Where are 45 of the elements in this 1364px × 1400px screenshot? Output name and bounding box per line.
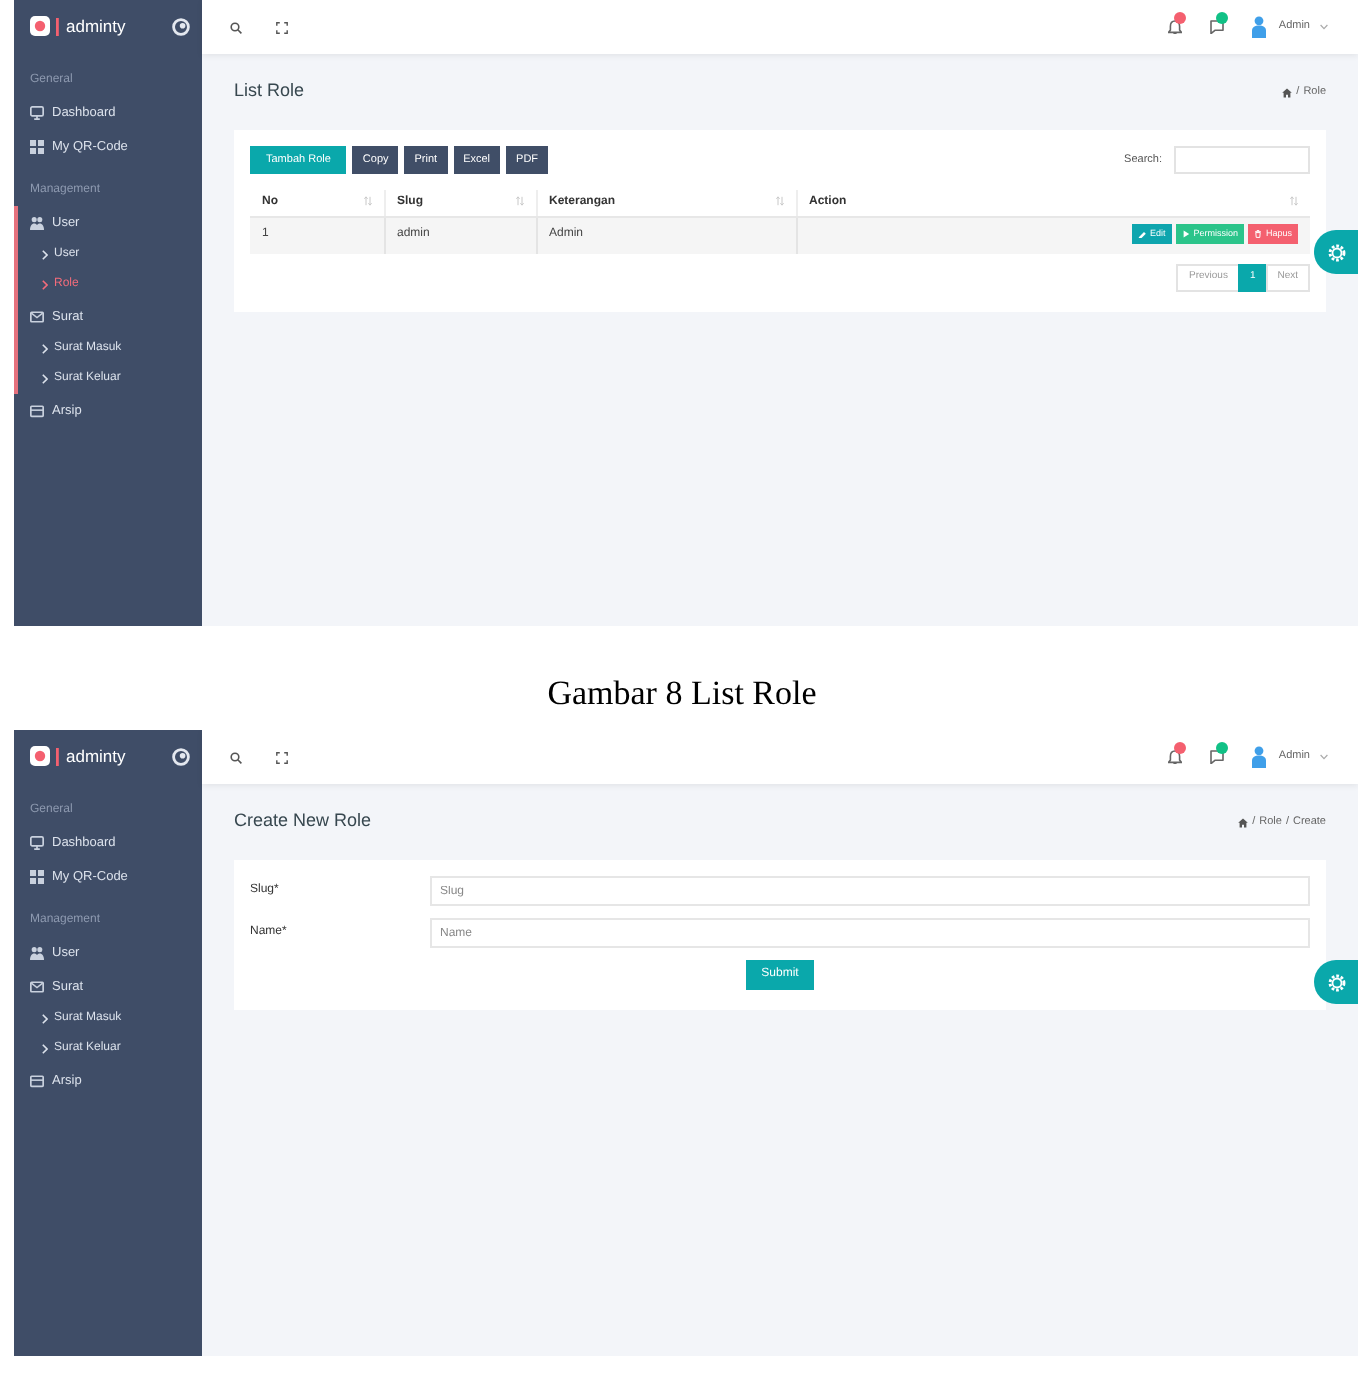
chat-icon[interactable] [1210,20,1225,34]
chevron-icon [42,1014,48,1024]
figure-caption: Gambar 8 List Role [547,674,817,714]
avatar-icon[interactable] [1252,746,1267,768]
trash-icon [1253,230,1262,239]
settings-icon [1327,243,1345,261]
chevron-icon [42,374,48,384]
pencil-icon [1137,230,1146,239]
users-icon [30,946,44,960]
settings-button[interactable] [1314,230,1358,274]
settings-button[interactable] [1314,960,1358,1004]
ring-icon[interactable] [172,18,190,36]
page-title: Create New Role [234,808,372,835]
logo-text: adminty [66,16,126,38]
search-field[interactable] [1174,146,1310,174]
chevron-icon [42,344,48,354]
users-icon [30,216,44,230]
logo-icon [30,16,60,38]
fullscreen-icon[interactable] [276,21,288,33]
bell-icon[interactable] [1168,20,1183,34]
logo-text: adminty [66,746,126,768]
grid-icon [30,140,44,154]
chat-icon[interactable] [1210,750,1225,764]
search-icon[interactable] [230,751,242,763]
box-icon [30,404,44,418]
envelope-icon [30,310,44,324]
home-icon[interactable] [1238,817,1249,827]
home-icon[interactable] [1282,87,1293,97]
search-icon[interactable] [230,21,242,33]
ring-icon[interactable] [172,748,190,766]
chevron-icon [42,1044,48,1054]
chevron-icon [42,250,48,260]
settings-icon [1327,973,1345,991]
page-title: List Role [234,78,305,105]
play-icon [1181,230,1190,239]
avatar-icon[interactable] [1252,16,1267,38]
bell-icon[interactable] [1168,750,1183,764]
envelope-icon [30,980,44,994]
chevron-icon [42,280,48,290]
monitor-icon [30,836,44,850]
box-icon [30,1074,44,1088]
grid-icon [30,870,44,884]
fullscreen-icon[interactable] [276,751,288,763]
logo-icon [30,746,60,768]
monitor-icon [30,106,44,120]
